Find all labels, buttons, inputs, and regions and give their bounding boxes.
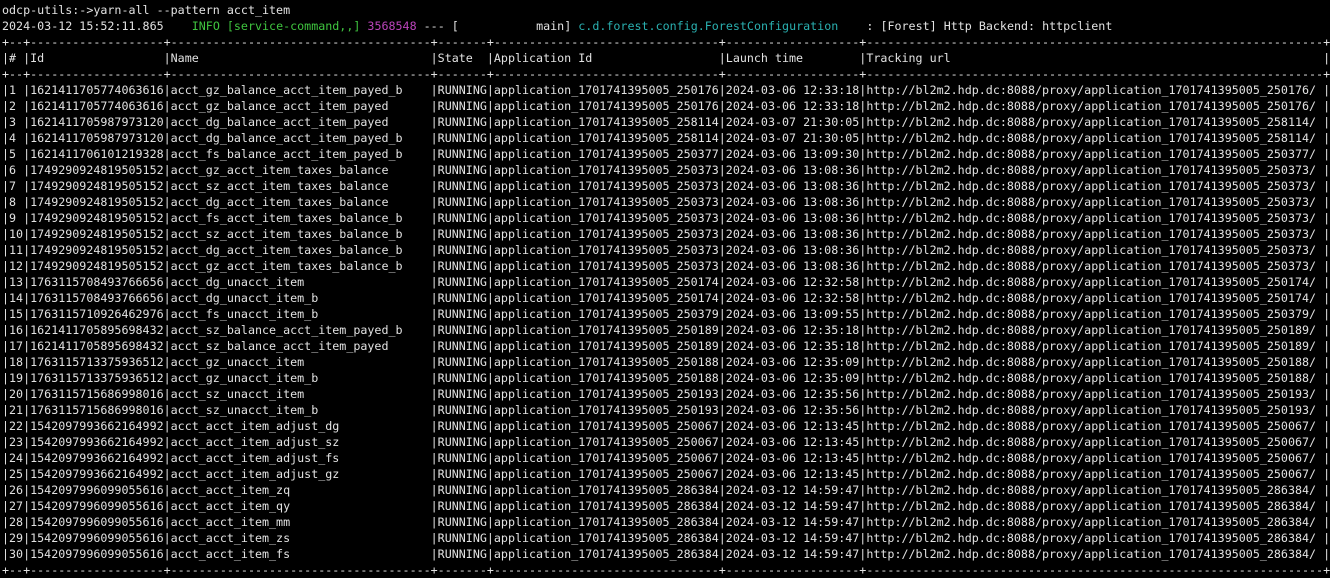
yarn-applications-table: +--+-------------------+----------------… — [2, 35, 1330, 577]
log-logger: c.d.forest.config.ForestConfiguration — [578, 19, 838, 33]
log-context: [service-command,,] — [227, 19, 361, 33]
log-line: 2024-03-12 15:52:11.865 INFO [service-co… — [2, 19, 1112, 33]
command-text: odcp-utils:->yarn-all --pattern acct_ite… — [2, 3, 290, 17]
terminal-screen[interactable]: odcp-utils:->yarn-all --pattern acct_ite… — [0, 0, 1330, 578]
log-timestamp: 2024-03-12 15:52:11.865 — [2, 19, 164, 33]
log-pid: 3568548 — [367, 19, 416, 33]
log-thread-block: --- [ main] — [424, 19, 572, 33]
command-line: odcp-utils:->yarn-all --pattern acct_ite… — [2, 3, 290, 17]
log-level: INFO — [192, 19, 220, 33]
log-message: [Forest] Http Backend: httpclient — [880, 19, 1112, 33]
